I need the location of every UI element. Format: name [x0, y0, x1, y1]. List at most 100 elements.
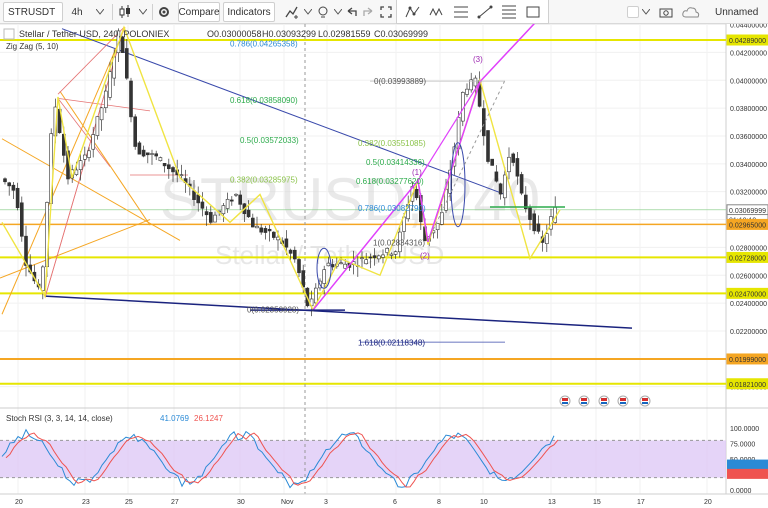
stoch-k-marker [727, 459, 768, 470]
chevron-down-icon[interactable] [303, 2, 313, 22]
interval-button[interactable]: 4h [66, 2, 88, 22]
candle-up [439, 212, 444, 225]
candle-up [74, 169, 79, 175]
candle-up [78, 160, 83, 170]
price-tick-label: 0.02800000 [730, 245, 767, 252]
candle-up [502, 174, 507, 199]
screenshot-icon[interactable] [657, 2, 675, 22]
legend-low: L0.02981559 [318, 29, 371, 39]
wave-label: (3) [473, 55, 483, 64]
settings-icon[interactable] [155, 2, 173, 22]
fib-level-label: 0.382(0.03551085) [358, 139, 426, 148]
candle-up [544, 233, 549, 244]
fib-level-label: 0.786(0.03082790) [358, 204, 426, 213]
redo-icon[interactable] [361, 2, 375, 22]
add-indicator-icon[interactable] [283, 2, 301, 22]
stoch-band [0, 440, 726, 478]
candle-down [251, 217, 255, 228]
price-tick-label: 0.03600000 [730, 134, 767, 141]
drawing-tools-panel [396, 0, 549, 24]
candle-down [19, 202, 24, 237]
legend-high: H0.03093299 [262, 29, 316, 39]
candle-up [87, 150, 91, 158]
candle-down [154, 153, 158, 157]
chevron-down-icon[interactable] [641, 2, 651, 22]
pattern-tool-icon[interactable] [403, 2, 423, 22]
trendline-tool-icon[interactable] [475, 2, 495, 22]
undo-icon[interactable] [345, 2, 359, 22]
candle-down [238, 194, 242, 205]
watermark-symbol: STRUSD, 240 [160, 166, 540, 233]
candle-up [40, 266, 45, 291]
fib-retracement-icon[interactable] [499, 2, 519, 22]
candle-up [255, 225, 259, 229]
top-toolbar: STRUSDT 4h Compare Indicators Unnamed [0, 0, 768, 24]
event-flag-stripe [562, 398, 568, 401]
candle-up [179, 174, 184, 176]
rectangle-tool-icon[interactable] [523, 2, 543, 22]
price-tick-label: 0.02200000 [730, 329, 767, 336]
candle-up [393, 251, 398, 255]
price-marker-label: 0.03069999 [729, 208, 766, 215]
alert-icon[interactable] [314, 2, 332, 22]
candle-up [473, 77, 478, 87]
time-tick-label: Nov [281, 499, 294, 506]
candle-up [465, 88, 469, 95]
candle-up [95, 116, 100, 136]
candle-up [385, 247, 390, 253]
time-tick-label: 8 [437, 499, 441, 506]
price-tick-label: 0.04000000 [730, 78, 767, 85]
fib-level-label: 0(0.03993889) [374, 77, 426, 86]
candle-up [322, 269, 327, 284]
event-flag-stripe [562, 402, 568, 404]
fullscreen-icon[interactable] [378, 2, 394, 22]
chevron-down-icon[interactable] [333, 2, 343, 22]
candle-up [364, 259, 369, 265]
candle-down [368, 256, 373, 259]
time-tick-label: 6 [393, 499, 397, 506]
cloud-icon[interactable] [681, 2, 701, 22]
chart-area[interactable]: 0.04400000 0.04200000 0.04000000 0.03800000… [0, 24, 768, 508]
candle-down [528, 207, 532, 220]
symbol-text: STRUSDT [8, 6, 56, 18]
price-tick-label: 0.04200000 [730, 50, 767, 57]
candle-down [511, 153, 516, 163]
indicators-button[interactable]: Indicators [223, 2, 275, 22]
candle-down [246, 209, 251, 218]
candle-down [196, 194, 200, 204]
trading-app: STRUSDT 4h Compare Indicators Unnamed 0.… [0, 0, 768, 508]
candle-up [104, 90, 108, 109]
candle-down [200, 201, 205, 209]
stoch-d-marker [727, 468, 768, 479]
symbol-search-input[interactable]: STRUSDT [3, 2, 63, 22]
event-flag-stripe [601, 402, 607, 404]
candle-down [141, 149, 146, 157]
compare-button[interactable]: Compare [178, 2, 220, 22]
fib-level-label: 0.5(0.03572033) [240, 136, 299, 145]
candle-up [507, 156, 511, 173]
candle-down [288, 249, 293, 254]
price-marker-label: 0.01821000 [729, 382, 766, 389]
zigzag-tool-icon[interactable] [427, 2, 447, 22]
candle-up [150, 153, 154, 155]
price-marker-label: 0.04289000 [729, 38, 766, 45]
chevron-down-icon[interactable] [136, 2, 150, 22]
compare-text: Compare [178, 6, 220, 18]
price-tick-label: 0.03800000 [730, 106, 767, 113]
candle-down [230, 199, 234, 202]
chevron-down-icon[interactable] [92, 2, 108, 22]
color-swatch[interactable] [627, 6, 639, 18]
candle-up [313, 287, 318, 304]
collapse-legend-icon[interactable] [3, 28, 15, 40]
candle-down [129, 80, 133, 118]
event-flag-stripe [642, 398, 648, 401]
price-tick-label: 0.02400000 [730, 301, 767, 308]
candles-icon[interactable] [116, 2, 134, 22]
candle-down [372, 255, 377, 259]
candle-up [91, 134, 95, 150]
candle-down [414, 188, 419, 199]
candle-down [162, 163, 167, 167]
event-flag-stripe [620, 398, 626, 401]
layout-name-button[interactable]: Unnamed [709, 2, 763, 22]
fib-tool-icon[interactable] [451, 2, 471, 22]
